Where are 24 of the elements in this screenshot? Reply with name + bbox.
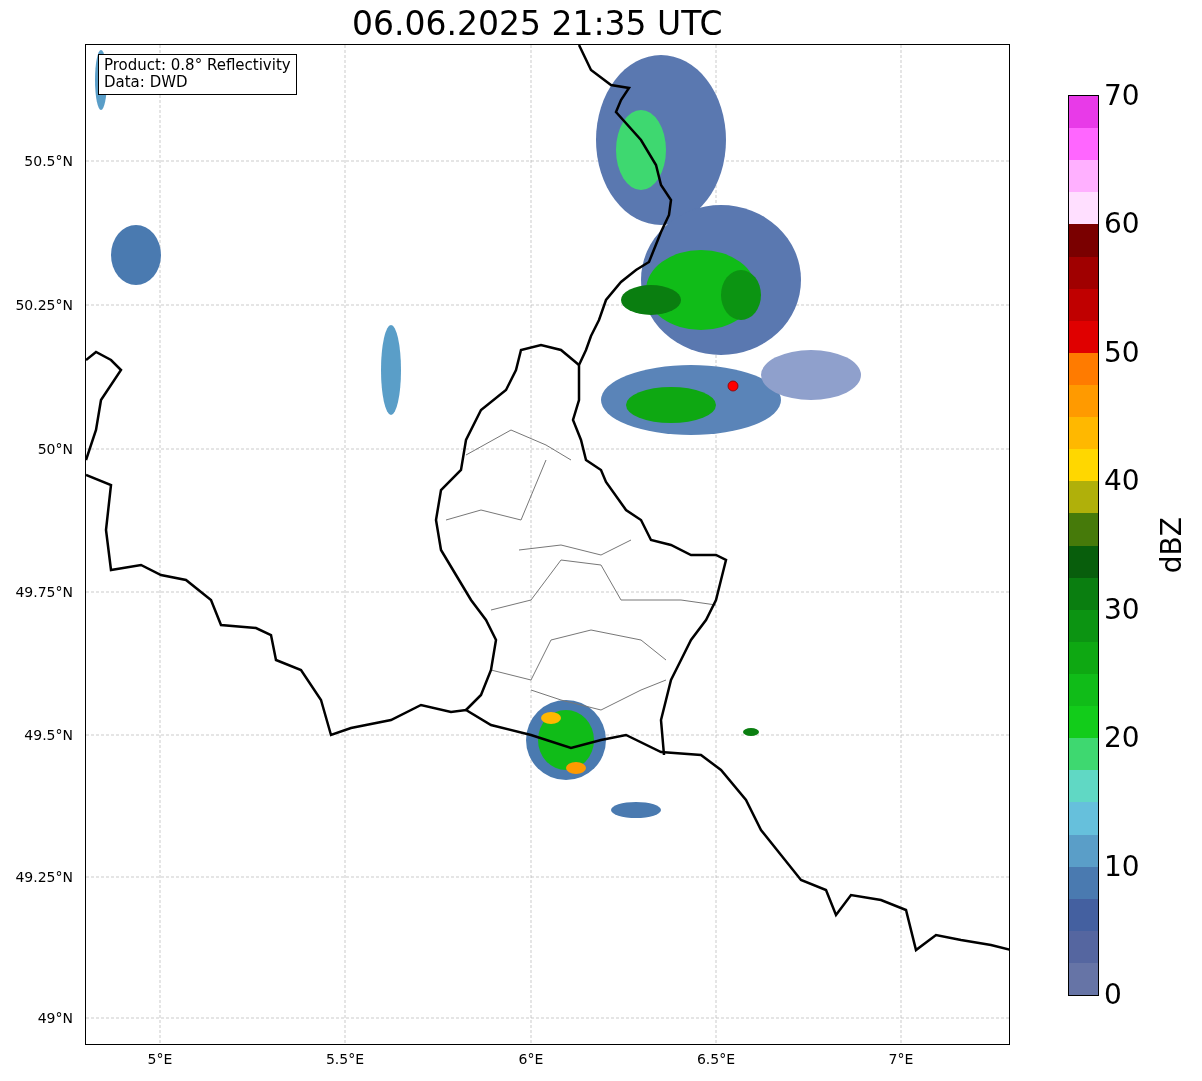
info-text: Data: DWD xyxy=(104,74,189,91)
latitude-label: 49.75°N xyxy=(15,584,73,600)
colorbar-tick-label: 40 xyxy=(1104,466,1140,497)
latitude-label: 49.5°N xyxy=(24,727,73,743)
info-text: Product: 0.8° Reflectivity xyxy=(104,57,291,74)
colorbar-tick-label: 60 xyxy=(1104,209,1140,240)
chart-title: 06.06.2025 21:35 UTC xyxy=(352,4,723,44)
latitude-label: 50.25°N xyxy=(15,297,73,313)
colorbar-tick-label: 70 xyxy=(1104,81,1140,111)
longitude-label: 7°E xyxy=(888,1051,914,1067)
colorbar-tick-label: 30 xyxy=(1104,594,1140,625)
latitude-label: 49°N xyxy=(37,1010,73,1026)
colorbar-tick-label: 50 xyxy=(1104,337,1140,368)
longitude-label: 5.5°E xyxy=(325,1051,365,1067)
colorbar-tick-label: 20 xyxy=(1104,723,1140,754)
colorbar-tick-label: 10 xyxy=(1104,851,1140,882)
longitude-label: 6.5°E xyxy=(696,1051,736,1067)
latitude-label: 50.5°N xyxy=(24,153,73,169)
colorbar-tick-label: 0 xyxy=(1104,980,1122,1010)
colorbar-label: dBZ xyxy=(1155,517,1188,574)
latitude-label: 50°N xyxy=(37,441,73,457)
longitude-label: 6°E xyxy=(518,1051,544,1067)
longitude-label: 5°E xyxy=(147,1051,173,1067)
latitude-label: 49.25°N xyxy=(15,869,73,885)
